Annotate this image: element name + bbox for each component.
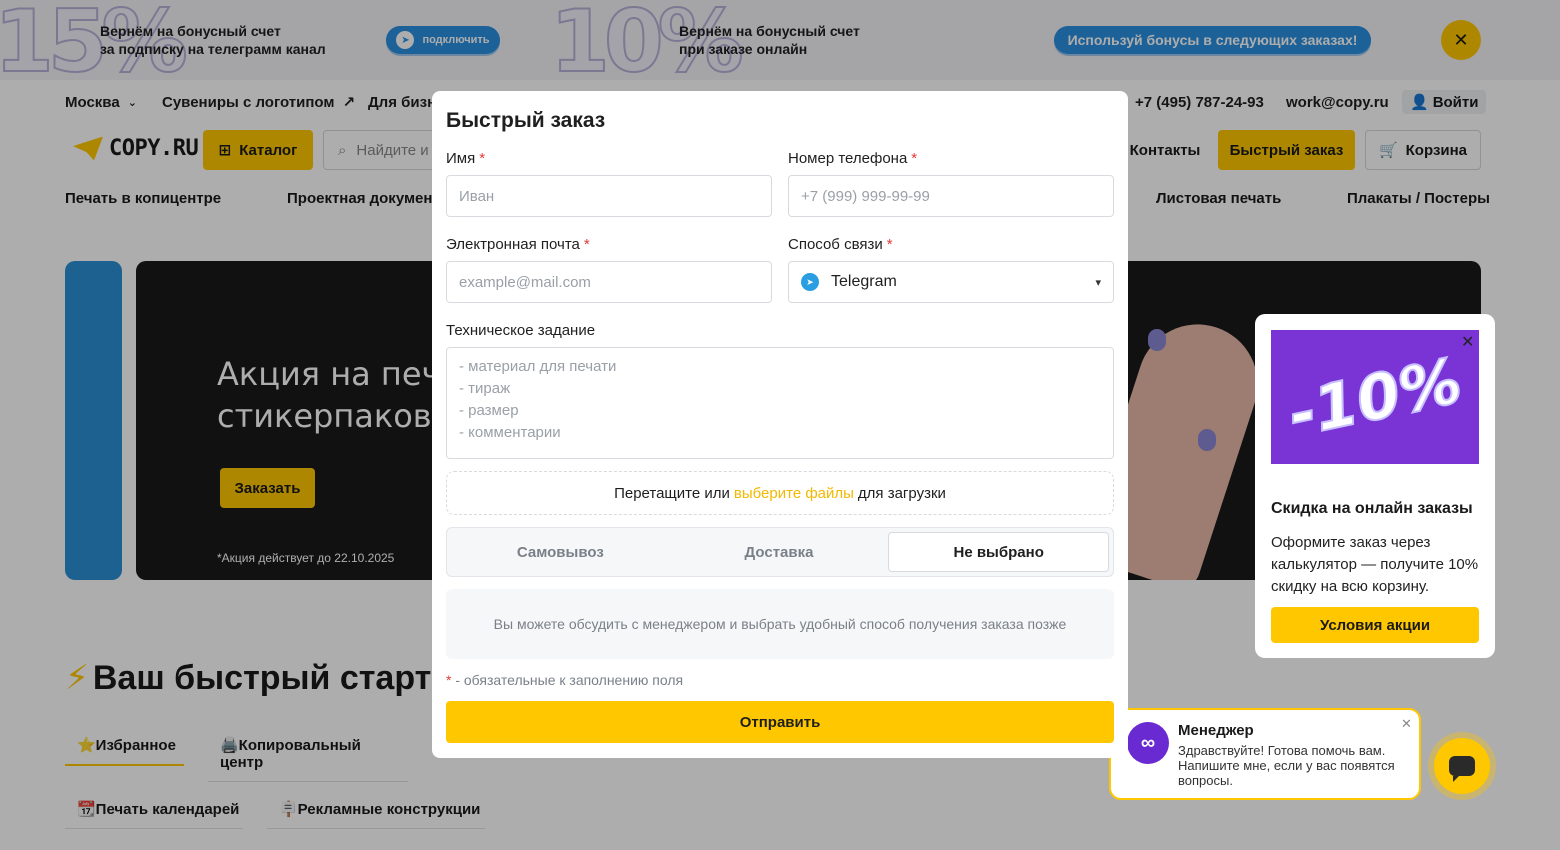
promo-terms-button[interactable]: Условия акции [1271, 607, 1479, 643]
delivery-info: Вы можете обсудить с менеджером и выбрат… [446, 589, 1114, 659]
choose-files-link[interactable]: выберите файлы [734, 485, 854, 502]
required-mark: * [583, 236, 590, 253]
name-field[interactable] [446, 175, 772, 217]
chat-manager-name: Менеджер [1178, 722, 1254, 739]
close-icon[interactable]: ✕ [1401, 716, 1412, 732]
close-icon[interactable]: ✕ [1461, 332, 1474, 352]
delivery-selector: Самовывоз Доставка Не выбрано [446, 527, 1114, 577]
quick-order-modal: Быстрый заказ Имя* Номер телефона* Элект… [432, 91, 1128, 758]
tz-label: Техническое задание [446, 322, 596, 339]
name-label: Имя * [446, 150, 486, 167]
phone-field[interactable] [788, 175, 1114, 217]
required-mark: * [911, 150, 918, 167]
telegram-icon: ➤ [801, 273, 819, 291]
chat-popup[interactable]: ∞ Менеджер Здравствуйте! Готова помочь в… [1109, 708, 1421, 800]
delivery-option-none[interactable]: Не выбрано [888, 532, 1110, 572]
discount-promo-card: -10% ✕ Скидка на онлайн заказы Оформите … [1255, 314, 1495, 658]
manager-avatar: ∞ [1127, 722, 1169, 764]
modal-title: Быстрый заказ [446, 109, 606, 132]
promo-card-text: Оформите заказ через калькулятор — получ… [1271, 534, 1479, 595]
contact-method-label: Способ связи * [788, 236, 893, 253]
email-field[interactable] [446, 261, 772, 303]
chat-message: Здравствуйте! Готова помочь вам. Напишит… [1178, 743, 1395, 788]
discount-image: -10% [1271, 330, 1479, 464]
delivery-option-delivery[interactable]: Доставка [670, 532, 889, 572]
email-label: Электронная почта * [446, 236, 590, 253]
phone-label: Номер телефона * [788, 150, 918, 167]
tz-textarea[interactable]: - материал для печати - тираж - размер -… [446, 347, 1114, 459]
chat-icon [1449, 756, 1475, 782]
close-icon[interactable]: ✕ [718, 91, 738, 115]
required-mark: * [479, 150, 486, 167]
chevron-down-icon: ▾ [1095, 276, 1101, 289]
chat-open-button[interactable] [1434, 738, 1490, 794]
submit-button[interactable]: Отправить [446, 701, 1114, 743]
required-fields-note: * - обязательные к заполнению поля [446, 672, 684, 688]
required-mark: * [886, 236, 893, 253]
contact-method-select[interactable]: ➤ Telegram ▾ [788, 261, 1114, 303]
promo-card-title: Скидка на онлайн заказы [1271, 500, 1473, 517]
file-dropzone[interactable]: Перетащите или выберите файлы для загруз… [446, 471, 1114, 515]
delivery-option-pickup[interactable]: Самовывоз [451, 532, 670, 572]
